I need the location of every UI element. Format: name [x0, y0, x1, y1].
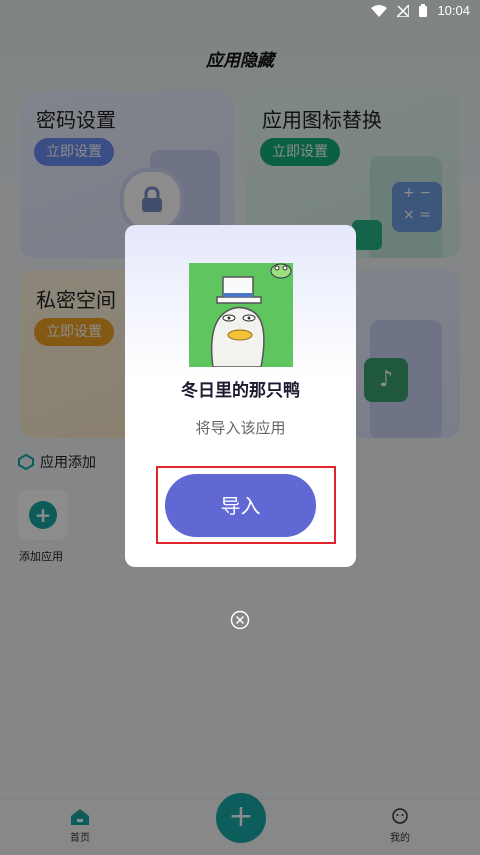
dialog-description: 将导入该应用 [195, 419, 286, 437]
battery-icon [419, 4, 428, 17]
clock: 10:04 [437, 3, 470, 18]
app-name: 冬日里的那只鸭 [181, 381, 300, 401]
status-bar: 10:04 [0, 0, 480, 24]
close-icon[interactable] [230, 610, 250, 630]
duck-app-icon [189, 263, 293, 367]
no-signal-icon [397, 4, 410, 17]
import-button[interactable]: 导入 [165, 474, 316, 537]
wifi-icon [371, 4, 388, 17]
